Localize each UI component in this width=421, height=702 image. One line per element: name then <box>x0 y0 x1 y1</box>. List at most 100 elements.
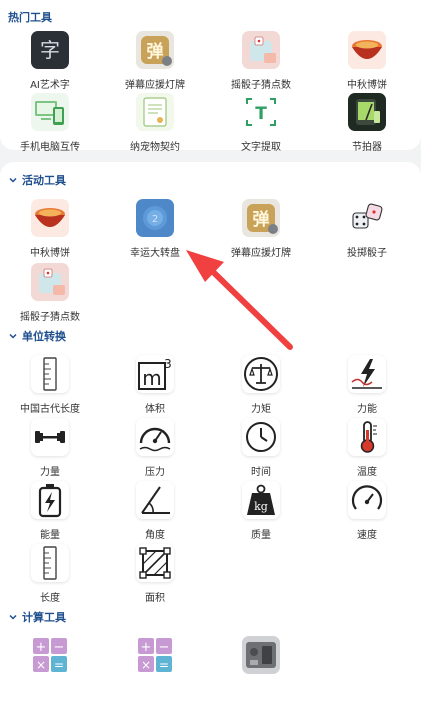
pet-contract-icon <box>136 93 174 131</box>
dice-guess-icon <box>31 263 69 301</box>
tool-label: 长度 <box>40 593 60 604</box>
svg-text:3: 3 <box>164 357 172 371</box>
svg-text:+: + <box>36 640 47 655</box>
tool-force[interactable]: 力量 <box>0 418 100 478</box>
tool-label: 文字提取 <box>241 142 281 153</box>
tool-dice-guess[interactable]: 摇骰子猜点数 <box>211 31 311 91</box>
svg-text:弹: 弹 <box>147 41 164 62</box>
mooncake-bowl-icon <box>348 31 386 69</box>
tool-pet-contract[interactable]: 纳宠物契约 <box>105 93 205 153</box>
tool-length[interactable]: 长度 <box>0 544 100 604</box>
section-title-calc[interactable]: 计算工具 <box>8 609 66 625</box>
tool-temperature[interactable]: 温度 <box>317 418 417 478</box>
tool-pressure[interactable]: 压力 <box>105 418 205 478</box>
balance-scale-icon <box>242 355 280 393</box>
tool-mooncake[interactable]: 中秋博饼 <box>0 199 100 259</box>
tool-label: 弹幕应援灯牌 <box>231 248 291 259</box>
tool-label: 面积 <box>145 593 165 604</box>
tool-label: 纳宠物契约 <box>130 142 180 153</box>
phone-pc-transfer-icon <box>31 93 69 131</box>
hot-tools-title: 热门工具 <box>8 11 52 24</box>
tool-danmaku-lightboard[interactable]: 弹 弹幕应援灯牌 <box>211 199 311 259</box>
svg-text:−: − <box>159 640 170 655</box>
tool-label: 节拍器 <box>352 142 382 153</box>
tool-label: 手机电脑互传 <box>20 142 80 153</box>
abacus-icon <box>242 636 280 674</box>
thermometer-icon <box>348 418 386 456</box>
tool-abacus[interactable] <box>211 636 311 674</box>
tool-mooncake[interactable]: 中秋博饼 <box>317 31 417 91</box>
tool-mass[interactable]: kg 质量 <box>211 481 311 541</box>
tool-label: 时间 <box>251 467 271 478</box>
activity-tools-title: 活动工具 <box>22 174 66 187</box>
dice-icon <box>348 199 386 237</box>
tool-lucky-wheel[interactable]: 2 幸运大转盘 <box>105 199 205 259</box>
dumbbell-icon <box>31 418 69 456</box>
tool-label: 幸运大转盘 <box>130 248 180 259</box>
tool-label: 质量 <box>251 530 271 541</box>
tool-label: 弹幕应援灯牌 <box>125 80 185 91</box>
svg-text:−: − <box>54 640 65 655</box>
svg-text:×: × <box>141 658 151 672</box>
tool-label: 投掷骰子 <box>347 248 387 259</box>
calc-tools-title: 计算工具 <box>22 611 66 624</box>
tool-angle[interactable]: 角度 <box>105 481 205 541</box>
ai-art-text-icon: 字 <box>31 31 69 69</box>
tool-label: 能量 <box>40 530 60 541</box>
section-title-unit[interactable]: 单位转换 <box>8 328 66 344</box>
tool-label: 中秋博饼 <box>347 80 387 91</box>
tool-label: 中秋博饼 <box>30 248 70 259</box>
metronome-icon <box>348 93 386 131</box>
tool-label: 摇骰子猜点数 <box>20 312 80 323</box>
tool-metronome[interactable]: 节拍器 <box>317 93 417 153</box>
tool-label: 温度 <box>357 467 377 478</box>
text-extract-icon: T <box>242 93 280 131</box>
tool-time[interactable]: 时间 <box>211 418 311 478</box>
tool-label: 压力 <box>145 467 165 478</box>
ruler-icon <box>31 544 69 582</box>
energy-bolt-icon <box>348 355 386 393</box>
battery-icon <box>31 481 69 519</box>
tool-label: 中国古代长度 <box>20 404 80 415</box>
chevron-down-icon <box>8 331 18 341</box>
danmaku-lightboard-icon: 弹 <box>242 199 280 237</box>
svg-text:2: 2 <box>152 214 158 225</box>
tool-label: 力量 <box>40 467 60 478</box>
tool-torque[interactable]: 力矩 <box>211 355 311 415</box>
danmaku-lightboard-icon: 弹 <box>136 31 174 69</box>
clock-icon <box>242 418 280 456</box>
tool-label: 角度 <box>145 530 165 541</box>
tool-area[interactable]: 面积 <box>105 544 205 604</box>
tool-energy[interactable]: 能量 <box>0 481 100 541</box>
tool-label: 摇骰子猜点数 <box>231 80 291 91</box>
tool-label: 力矩 <box>251 404 271 415</box>
ruler-icon <box>31 355 69 393</box>
tool-phone-pc-transfer[interactable]: 手机电脑互传 <box>0 93 100 153</box>
lucky-wheel-icon: 2 <box>136 199 174 237</box>
tool-ancient-length[interactable]: 中国古代长度 <box>0 355 100 415</box>
section-title-hot: 热门工具 <box>8 9 52 25</box>
tool-label: AI艺术字 <box>30 80 70 91</box>
weight-kg-icon: kg <box>242 481 280 519</box>
tool-speed[interactable]: 速度 <box>317 481 417 541</box>
tool-ai-art-text[interactable]: 字 AI艺术字 <box>0 31 100 91</box>
svg-text:kg: kg <box>254 500 268 513</box>
tool-volume[interactable]: m3 体积 <box>105 355 205 415</box>
glyph-text: m <box>142 366 161 390</box>
tool-energy-force[interactable]: 力能 <box>317 355 417 415</box>
calculator-icon: + − × = <box>136 636 174 674</box>
section-title-activity[interactable]: 活动工具 <box>8 172 66 188</box>
tool-dice[interactable]: 投掷骰子 <box>317 199 417 259</box>
tool-dice-guess[interactable]: 摇骰子猜点数 <box>0 263 100 323</box>
tool-calculator[interactable]: + − × = <box>0 636 100 674</box>
svg-text:弹: 弹 <box>253 209 270 230</box>
tool-text-extract[interactable]: T 文字提取 <box>211 93 311 153</box>
pressure-gauge-icon <box>136 418 174 456</box>
tool-danmaku-lightboard[interactable]: 弹 弹幕应援灯牌 <box>105 31 205 91</box>
unit-conversion-title: 单位转换 <box>22 330 66 343</box>
angle-icon <box>136 481 174 519</box>
tool-calculator[interactable]: + − × = <box>105 636 205 674</box>
tool-label: 速度 <box>357 530 377 541</box>
dice-guess-icon <box>242 31 280 69</box>
chevron-down-icon <box>8 175 18 185</box>
